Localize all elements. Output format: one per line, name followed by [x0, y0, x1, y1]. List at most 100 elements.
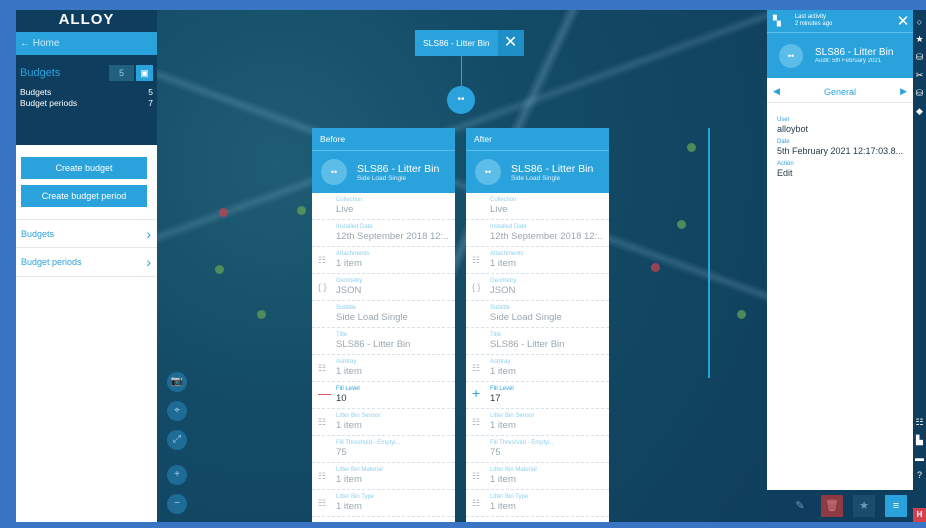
chart-icon[interactable]: ▙ — [913, 435, 926, 446]
stat-budgets: Budgets 5 — [20, 87, 153, 98]
expand-icon[interactable]: ⤢ — [167, 430, 187, 450]
item-tag: SLS86 - Litter Bin ✕ — [415, 30, 524, 56]
field-value: SLS86 - Litter Bin — [490, 339, 565, 350]
help-badge[interactable]: H — [913, 508, 926, 522]
item-card: •• SLS86 - Litter Bin Side Load Single — [312, 150, 455, 193]
summary-title: Budgets — [20, 67, 61, 79]
star-icon[interactable]: ★ — [853, 495, 875, 517]
divider — [708, 128, 710, 378]
menu-icon[interactable]: ≡ — [885, 495, 907, 517]
list-icon: ☷ — [318, 417, 327, 427]
layers-icon[interactable]: ⛁ — [913, 52, 926, 63]
folder-icon[interactable]: ▬ — [913, 453, 926, 463]
map-marker[interactable] — [297, 206, 306, 215]
map-marker[interactable] — [257, 310, 266, 319]
list-icon[interactable]: ☷ — [913, 417, 926, 428]
field-row: Title SLS86 - Litter Bin — [312, 328, 455, 355]
locate-icon[interactable]: ⌖ — [167, 401, 187, 421]
map-marker[interactable] — [677, 220, 686, 229]
map-marker[interactable] — [737, 310, 746, 319]
nav-budgets[interactable]: Budgets › — [16, 219, 157, 248]
stat-label: Budget periods — [20, 98, 78, 108]
detail-value: Edit — [777, 168, 793, 178]
field-row: Fill Threshold - Emptyi... 75 — [466, 436, 609, 463]
edit-icon[interactable]: ✎ — [789, 495, 811, 517]
field-value: 10 — [336, 393, 347, 404]
create-budget-button[interactable]: Create budget — [21, 157, 147, 179]
database-icon[interactable]: ⛁ — [913, 88, 926, 99]
zoom-in-icon[interactable]: + — [167, 465, 187, 485]
field-label: Collection — [336, 197, 363, 203]
list-icon: ☷ — [472, 417, 481, 427]
field-value: 1 item — [336, 366, 362, 377]
audit-item-card: •• SLS86 - Litter Bin Audit: 5th Februar… — [767, 32, 913, 78]
help-icon[interactable]: ? — [913, 470, 926, 480]
panel-header: After — [466, 128, 609, 150]
field-value: Side Load Single — [336, 312, 408, 323]
map-marker[interactable] — [651, 263, 660, 272]
activity-icon: ▚ — [773, 15, 781, 27]
field-value: JSON — [490, 285, 516, 296]
field-label: Geometry — [490, 278, 517, 284]
map-view[interactable]: 📷 ⌖ ⤢ + − SLS86 - Litter Bin ✕ •• Before… — [157, 10, 767, 522]
chevron-right-icon[interactable]: ▶ — [900, 86, 907, 97]
close-icon[interactable]: ✕ — [497, 30, 524, 56]
nav-budget-periods[interactable]: Budget periods › — [16, 248, 157, 277]
field-value: 1 item — [336, 420, 362, 431]
map-marker[interactable] — [219, 208, 228, 217]
item-subtitle: Side Load Single — [511, 174, 561, 182]
tab-general[interactable]: General — [824, 87, 856, 97]
zoom-out-icon[interactable]: − — [167, 494, 187, 514]
field-list: Collection Live Installed Date 12th Septemb… — [312, 193, 455, 517]
item-name: SLS86 - Litter Bin — [357, 162, 440, 175]
audit-footer: ✎ 🗑 ★ ≡ — [767, 490, 913, 522]
app-window: ALLOY ← Home Budgets 5 ▣ Budgets 5 Budge… — [16, 10, 926, 522]
item-name: SLS86 - Litter Bin — [511, 162, 594, 175]
list-icon: ☷ — [318, 471, 327, 481]
field-value: 17 — [490, 393, 501, 404]
tag-connector — [461, 56, 462, 86]
nav-label: Budget periods — [21, 257, 82, 267]
activity-time: 2 minutes ago — [794, 21, 833, 27]
field-label: Collection — [490, 197, 517, 203]
field-value: 1 item — [490, 501, 516, 512]
field-row: { } Geometry JSON — [312, 274, 455, 301]
item-name: SLS86 - Litter Bin — [815, 47, 894, 58]
field-label: Fill Level — [336, 386, 360, 392]
list-icon: ☷ — [318, 498, 327, 508]
stat-value: 7 — [148, 98, 153, 108]
detail-value: alloybot — [777, 124, 809, 134]
detail-date: Date 5th February 2021 12:17:03.8... — [777, 139, 903, 157]
field-value: 1 item — [490, 474, 516, 485]
map-marker[interactable] — [687, 143, 696, 152]
tag-icon[interactable]: ◆ — [913, 106, 926, 117]
field-value: 75 — [490, 447, 501, 458]
list-icon: ☷ — [472, 498, 481, 508]
detail-label: Action — [777, 161, 794, 167]
field-label: Litter Bin Material — [490, 467, 537, 473]
delete-icon[interactable]: 🗑 — [821, 495, 843, 517]
map-pin-icon[interactable]: •• — [447, 86, 475, 114]
map-marker[interactable] — [215, 265, 224, 274]
list-icon: ☷ — [472, 363, 481, 373]
star-icon[interactable]: ★ — [913, 34, 926, 45]
field-value: 1 item — [336, 474, 362, 485]
field-label: Litter Bin Type — [336, 494, 375, 500]
item-avatar-icon: •• — [321, 159, 347, 185]
sidebar: ALLOY ← Home Budgets 5 ▣ Budgets 5 Budge… — [16, 10, 157, 522]
field-label: Fill Level — [490, 386, 514, 392]
clipboard-icon[interactable]: ▣ — [136, 65, 153, 81]
home-link[interactable]: ← Home — [16, 32, 157, 55]
field-label: Title — [490, 332, 502, 338]
field-row: Fill Threshold - Emptyi... 75 — [312, 436, 455, 463]
chevron-left-icon[interactable]: ◀ — [773, 86, 780, 97]
search-icon[interactable]: ○ — [913, 17, 926, 27]
field-row: Installed Date 12th September 2018 12:... — [312, 220, 455, 247]
camera-icon[interactable]: 📷 — [167, 372, 187, 392]
scissors-icon[interactable]: ✂ — [913, 70, 926, 81]
field-row: ☷ Litter Bin Sensor 1 item — [466, 409, 609, 436]
create-budget-period-button[interactable]: Create budget period — [21, 185, 147, 207]
field-value: 1 item — [490, 420, 516, 431]
detail-value: 5th February 2021 12:17:03.8... — [777, 146, 903, 156]
close-icon[interactable]: ✕ — [893, 12, 913, 30]
